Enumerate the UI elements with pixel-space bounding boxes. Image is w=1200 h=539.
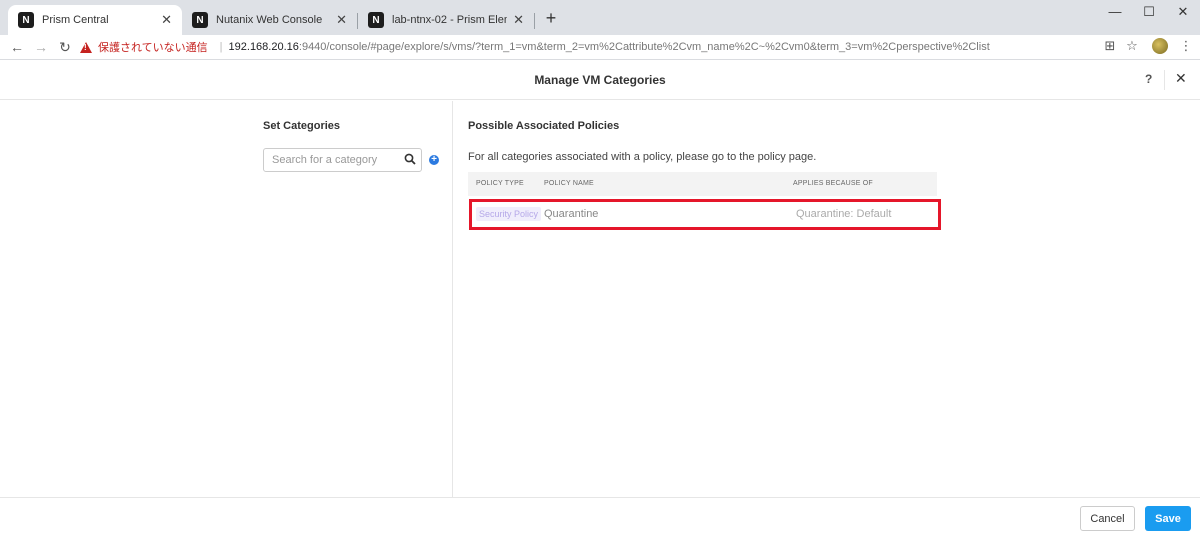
cancel-button[interactable]: Cancel	[1080, 506, 1135, 531]
tab-close-icon[interactable]: ✕	[336, 12, 347, 28]
header-divider	[1164, 70, 1165, 90]
tab-prism-central[interactable]: N Prism Central ✕	[8, 5, 182, 35]
tab-title: Prism Central	[42, 14, 109, 26]
address-bar-row: ← → ↻ 保護されていない通信 | 192.168.20.16 :9440/c…	[0, 35, 1200, 59]
column-policy-type: POLICY TYPE	[476, 180, 524, 187]
tab-separator	[534, 13, 535, 29]
modal-title: Manage VM Categories	[534, 73, 666, 87]
star-icon[interactable]: ☆	[1122, 38, 1142, 54]
policies-table-header: POLICY TYPE POLICY NAME APPLIES BECAUSE …	[468, 172, 937, 196]
url-host: 192.168.20.16	[228, 41, 299, 53]
translate-icon[interactable]: ⊞	[1100, 38, 1120, 54]
back-button[interactable]: ←	[5, 39, 29, 55]
url-path: :9440/console/#page/explore/s/vms/?term_…	[298, 41, 990, 53]
modal-header: Manage VM Categories ? ✕	[0, 60, 1200, 100]
help-icon[interactable]: ?	[1145, 72, 1152, 86]
search-icon[interactable]	[404, 153, 416, 165]
menu-icon[interactable]: ⋮	[1176, 38, 1196, 54]
policies-description: For all categories associated with a pol…	[468, 151, 817, 163]
tab-title: Nutanix Web Console	[216, 14, 323, 26]
column-policy-name: POLICY NAME	[544, 180, 594, 187]
window-close-button[interactable]: ✕	[1168, 4, 1198, 20]
not-secure-label[interactable]: 保護されていない通信	[98, 39, 208, 55]
category-search-input[interactable]	[264, 149, 399, 171]
maximize-button[interactable]: ☐	[1134, 4, 1164, 20]
close-icon[interactable]: ✕	[1175, 70, 1187, 87]
tab-close-icon[interactable]: ✕	[513, 12, 524, 28]
tab-title: lab-ntnx-02 - Prism Element	[392, 14, 507, 26]
tab-close-icon[interactable]: ✕	[161, 12, 172, 28]
browser-tab-bar: N Prism Central ✕ N Nutanix Web Console …	[0, 0, 1200, 35]
nutanix-favicon-icon: N	[192, 12, 208, 28]
associated-policies-pane: Possible Associated Policies For all cat…	[454, 101, 1200, 497]
tab-prism-element[interactable]: N lab-ntnx-02 - Prism Element ✕	[358, 5, 534, 35]
row-highlight-box	[469, 199, 941, 230]
associated-policies-title: Possible Associated Policies	[468, 120, 620, 132]
new-tab-button[interactable]: +	[540, 8, 562, 29]
set-categories-pane: Set Categories +	[0, 101, 453, 497]
add-category-icon[interactable]: +	[429, 155, 439, 165]
modal-footer: Cancel Save	[0, 497, 1200, 539]
profile-icon[interactable]	[1152, 38, 1168, 54]
forward-button[interactable]: →	[29, 39, 53, 55]
tab-nutanix-web-console[interactable]: N Nutanix Web Console ✕	[182, 5, 357, 35]
column-applies-because-of: APPLIES BECAUSE OF	[793, 180, 873, 187]
minimize-button[interactable]: —	[1100, 4, 1130, 19]
url-field[interactable]: 保護されていない通信 | 192.168.20.16 :9440/console…	[80, 37, 1092, 57]
url-divider: |	[219, 41, 223, 53]
nutanix-favicon-icon: N	[18, 12, 34, 28]
warning-icon	[80, 41, 92, 53]
reload-button[interactable]: ↻	[53, 39, 77, 56]
save-button[interactable]: Save	[1145, 506, 1191, 531]
nutanix-favicon-icon: N	[368, 12, 384, 28]
category-search-box[interactable]	[263, 148, 422, 172]
set-categories-title: Set Categories	[263, 120, 341, 132]
